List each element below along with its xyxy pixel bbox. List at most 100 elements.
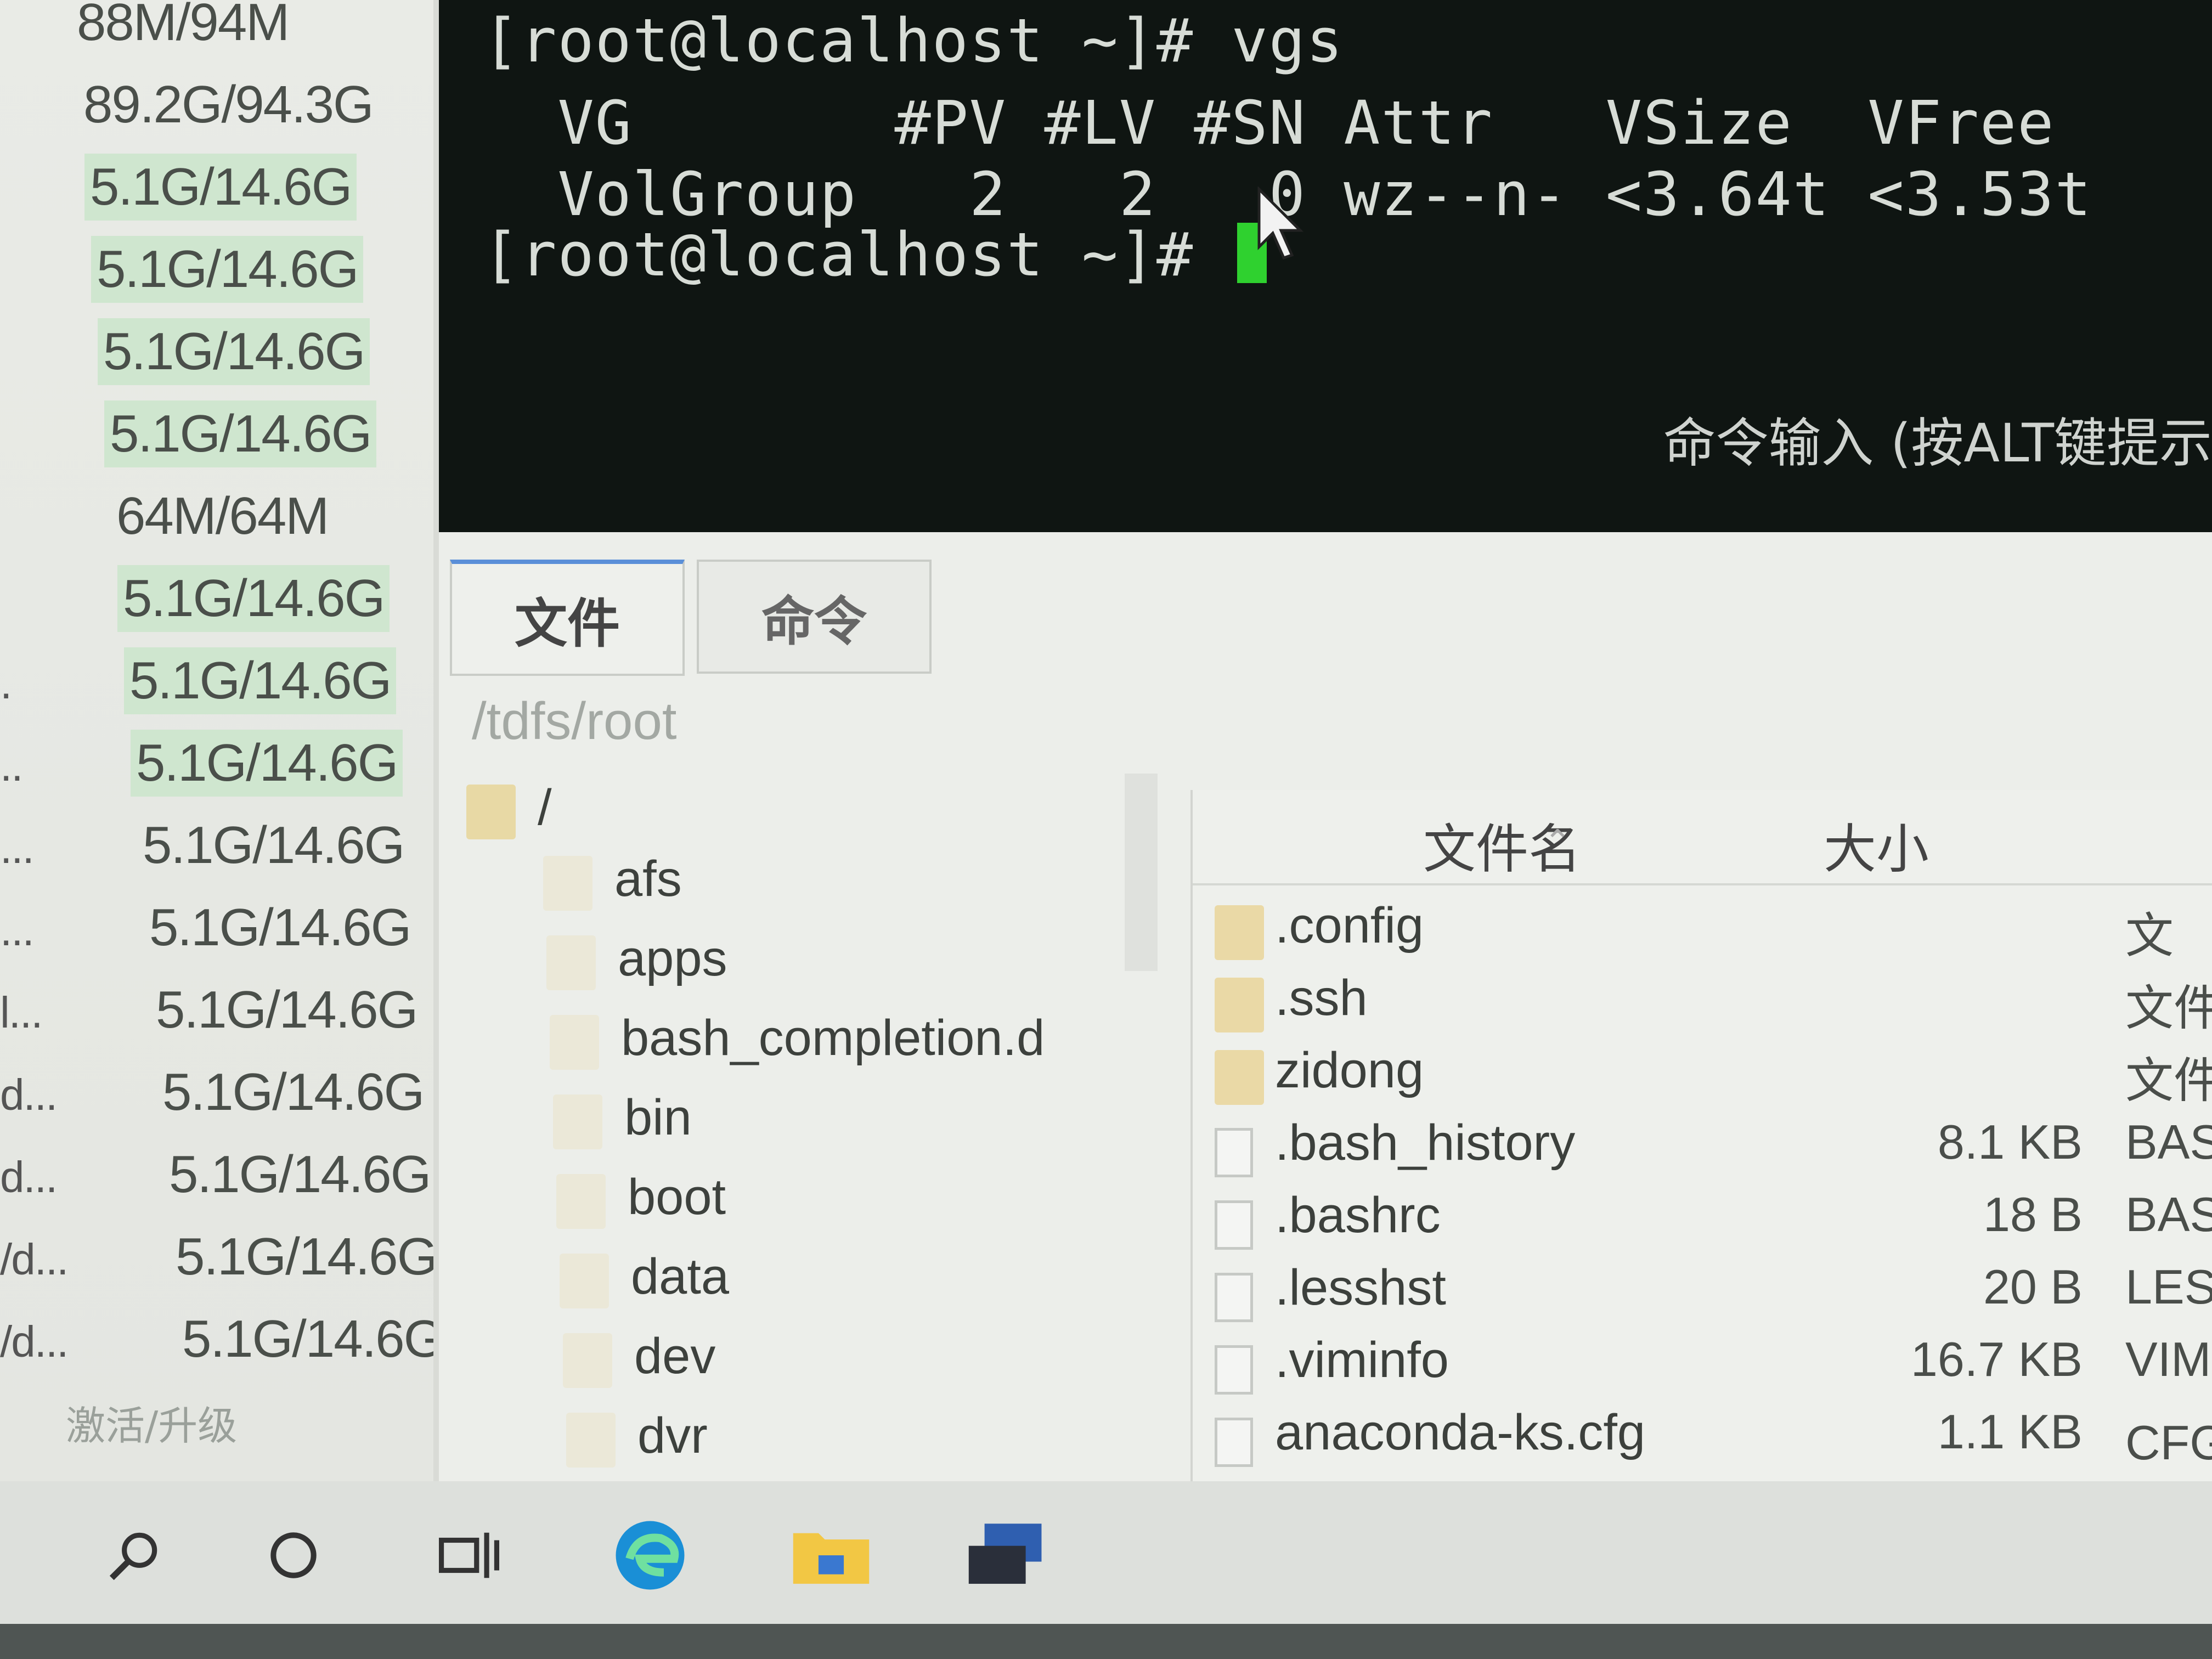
disk-mount-label: d... bbox=[0, 1070, 58, 1119]
disk-usage-row: d... 5.1G/14.6G bbox=[0, 1053, 433, 1130]
search-icon[interactable] bbox=[93, 1514, 176, 1596]
terminal-app-icon[interactable] bbox=[966, 1514, 1048, 1596]
disk-usage-value: 89.2G/94.3G bbox=[83, 75, 374, 134]
file-list[interactable]: 文件名 ⌃ 大小 .config 文 .ssh 文件 zidong 文件 .bash_his… bbox=[1190, 790, 2212, 1481]
disk-usage-value: 64M/64M bbox=[116, 487, 329, 545]
disk-usage-row: .. 5.1G/14.6G bbox=[0, 724, 433, 801]
file-name: .lesshst bbox=[1275, 1260, 1446, 1316]
file-row[interactable]: .viminfo 16.7 KB VIMIN bbox=[1193, 1331, 2212, 1403]
tree-item-dvr[interactable]: dvr bbox=[566, 1407, 708, 1468]
tab-file[interactable]: 文件 bbox=[450, 560, 685, 676]
tree-item-boot[interactable]: boot bbox=[556, 1169, 726, 1229]
disk-usage-value: 5.1G/14.6G bbox=[124, 647, 397, 714]
disk-usage-row: 5.1G/14.6G bbox=[0, 313, 433, 390]
disk-usage-value: 88M/94M bbox=[77, 0, 290, 52]
tree-item-data[interactable]: data bbox=[560, 1248, 730, 1308]
tree-item-apps[interactable]: apps bbox=[546, 930, 727, 990]
file-name: zidong bbox=[1275, 1042, 1424, 1098]
file-name: anaconda-ks.cfg bbox=[1275, 1404, 1646, 1460]
folder-icon bbox=[543, 856, 592, 911]
file-size: 18 B bbox=[1983, 1187, 2083, 1242]
tree-item-dev[interactable]: dev bbox=[563, 1328, 715, 1388]
file-row[interactable]: zidong 文件 bbox=[1193, 1042, 2212, 1113]
sort-ascending-icon: ⌃ bbox=[1544, 823, 1572, 860]
sftp-panel: 文件 命令 /tdfs/root / afs apps bash_completion… bbox=[439, 532, 2212, 1481]
file-type: 文件 bbox=[2125, 1053, 2212, 1108]
edge-browser-icon[interactable] bbox=[609, 1514, 691, 1596]
disk-usage-value: 5.1G/14.6G bbox=[169, 1145, 431, 1204]
tab-command[interactable]: 命令 bbox=[697, 560, 932, 674]
file-size: 1.1 KB bbox=[1937, 1404, 2083, 1459]
file-name: .bash_history bbox=[1275, 1115, 1576, 1171]
terminal-line-2: VG #PV #LV #SN Attr VSize VFree bbox=[483, 88, 2055, 158]
file-name: .config bbox=[1275, 898, 1424, 953]
disk-usage-value: 5.1G/14.6G bbox=[91, 236, 364, 303]
file-icon bbox=[1215, 1128, 1253, 1177]
disk-mount-label: ... bbox=[0, 823, 35, 872]
task-view-icon[interactable] bbox=[428, 1514, 510, 1596]
terminal-prompt-line[interactable]: [root@localhost ~]# bbox=[483, 219, 1267, 290]
folder-icon bbox=[1215, 978, 1264, 1032]
folder-icon bbox=[1215, 905, 1264, 960]
disk-usage-row: ... 5.1G/14.6G bbox=[0, 806, 433, 883]
disk-mount-label: /d... bbox=[0, 1317, 69, 1366]
disk-usage-panel: 88M/94M 89.2G/94.3G 5.1G/14.6G 5.1G/14.6G 5.… bbox=[0, 0, 433, 1481]
disk-mount-label: d... bbox=[0, 1153, 58, 1201]
tree-item-afs[interactable]: afs bbox=[543, 850, 682, 911]
disk-mount-label: .. bbox=[0, 741, 23, 790]
file-row[interactable]: .ssh 文件 bbox=[1193, 969, 2212, 1041]
pane-splitter[interactable] bbox=[1125, 774, 1158, 971]
file-row[interactable]: anaconda-ks.cfg 1.1 KB CFG 文 bbox=[1193, 1404, 2212, 1475]
command-input-hint[interactable]: 命令输入 (按ALT键提示 bbox=[1663, 400, 2212, 477]
tree-item-bin[interactable]: bin bbox=[553, 1089, 692, 1149]
file-row[interactable]: .config 文 bbox=[1193, 897, 2212, 968]
tree-item-bash-completion-d[interactable]: bash_completion.d bbox=[550, 1009, 1045, 1070]
file-explorer-icon[interactable] bbox=[790, 1514, 872, 1596]
disk-usage-row: 89.2G/94.3G bbox=[0, 66, 433, 143]
file-list-header: 文件名 ⌃ 大小 bbox=[1193, 790, 2212, 885]
disk-usage-row: 5.1G/14.6G bbox=[0, 395, 433, 472]
file-type: 文 bbox=[2125, 909, 2174, 963]
file-type: LESS bbox=[2125, 1260, 2212, 1314]
file-name: .bashrc bbox=[1275, 1187, 1441, 1243]
disk-usage-value: 5.1G/14.6G bbox=[117, 565, 390, 632]
disk-usage-row: 5.1G/14.6G bbox=[0, 230, 433, 307]
disk-usage-row: . 5.1G/14.6G bbox=[0, 642, 433, 719]
file-icon bbox=[1215, 1345, 1253, 1395]
file-row[interactable]: .bash_history 8.1 KB BAS bbox=[1193, 1114, 2212, 1186]
folder-icon bbox=[556, 1174, 606, 1229]
file-type: BAS bbox=[2125, 1115, 2212, 1169]
activate-upgrade-link[interactable]: 激活/升级 bbox=[66, 1393, 237, 1451]
tree-item-label: bin bbox=[624, 1090, 692, 1146]
folder-icon bbox=[546, 935, 596, 990]
file-type: CFG 文 bbox=[2125, 1415, 2212, 1470]
disk-usage-value: 5.1G/14.6G bbox=[98, 318, 370, 385]
disk-usage-value: 5.1G/14.6G bbox=[156, 980, 418, 1039]
file-icon bbox=[1215, 1418, 1253, 1467]
folder-icon bbox=[560, 1254, 609, 1308]
disk-usage-row: 88M/94M bbox=[0, 0, 433, 60]
file-size: 16.7 KB bbox=[1910, 1332, 2083, 1386]
cortana-circle-icon[interactable] bbox=[252, 1514, 335, 1596]
disk-usage-row: l... 5.1G/14.6G bbox=[0, 971, 433, 1048]
tree-item-label: boot bbox=[628, 1169, 726, 1225]
tree-root[interactable]: / bbox=[466, 779, 552, 839]
disk-mount-label: ... bbox=[0, 906, 35, 955]
file-row[interactable]: .bashrc 18 B BASH bbox=[1193, 1187, 2212, 1258]
disk-usage-value: 5.1G/14.6G bbox=[182, 1310, 433, 1368]
file-name: .viminfo bbox=[1275, 1332, 1449, 1388]
file-row[interactable]: .lesshst 20 B LESS bbox=[1193, 1259, 2212, 1330]
terminal-window[interactable]: [root@localhost ~]# vgs VG #PV #LV #SN A… bbox=[439, 0, 2212, 532]
disk-mount-label: l... bbox=[0, 988, 43, 1037]
disk-usage-row: 64M/64M bbox=[0, 477, 433, 554]
terminal-line-1: [root@localhost ~]# vgs bbox=[483, 5, 1344, 76]
path-input[interactable]: /tdfs/root bbox=[472, 691, 677, 752]
disk-usage-row: d... 5.1G/14.6G bbox=[0, 1136, 433, 1212]
tree-item-label: data bbox=[631, 1249, 730, 1305]
disk-mount-label: /d... bbox=[0, 1235, 69, 1284]
file-icon bbox=[1215, 1200, 1253, 1250]
file-name: .ssh bbox=[1275, 970, 1368, 1026]
column-header-size[interactable]: 大小 bbox=[1824, 806, 1929, 883]
disk-usage-row: 5.1G/14.6G bbox=[0, 148, 433, 225]
folder-icon bbox=[1215, 1050, 1264, 1105]
